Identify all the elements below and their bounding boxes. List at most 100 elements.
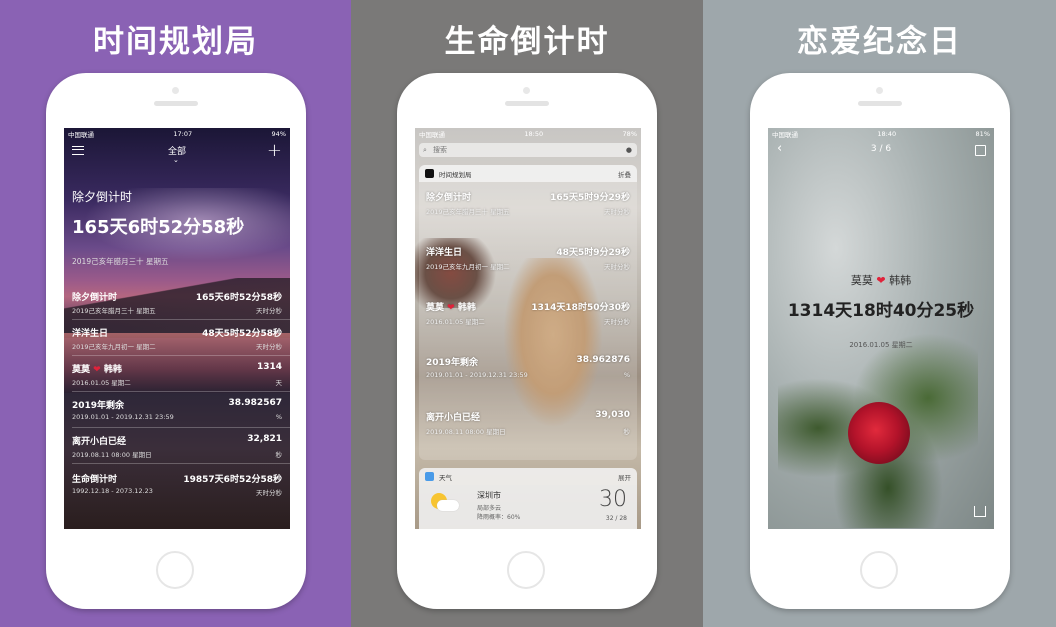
cloud-icon xyxy=(437,500,459,511)
item-sub: 2016.01.05 星期二 xyxy=(426,318,485,326)
list-item[interactable]: 莫莫 ❤ 韩韩 1314天18时50分30秒 2016.01.05 星期二 天时分秒 xyxy=(426,300,630,326)
item-sub: 2016.01.05 星期二 xyxy=(72,379,131,387)
list-item[interactable]: 2019年剩余 38.982567 2019.01.01 - 2019.12.31… xyxy=(72,398,282,421)
item-value: 48天5时52分58秒 xyxy=(202,329,282,339)
clock-label: 18:40 xyxy=(877,130,897,138)
weather-condition: 局部多云 xyxy=(477,505,502,512)
panel-anniversary: 恋爱纪念日 中国联通 18:40 81% ‹ 3 / 6 莫莫 ❤ 韩韩 131 xyxy=(703,0,1056,627)
item-sub: 2019.01.01 - 2019.12.31 23:59 xyxy=(72,413,174,421)
anniversary-value: 1314天18时40分25秒 xyxy=(787,301,975,321)
item-name: 洋洋生日 xyxy=(426,248,463,258)
edit-icon[interactable] xyxy=(975,145,986,156)
item-sub: 2019.08.11 08:00 星期日 xyxy=(72,451,152,459)
phone-screen: 中国联通 17:07 94% 全部 ⌄ + 除夕倒计时 165天6时52分58秒… xyxy=(64,128,290,529)
home-button[interactable] xyxy=(156,551,194,589)
phone-screen: 中国联通 18:50 78% ⌕ 搜索 ● 时间规划局 折叠 除夕倒计时 165天… xyxy=(415,128,641,529)
list-item[interactable]: 离开小白已经 39,030 2019.08.11 08:00 星期日 秒 xyxy=(426,410,630,436)
featured-date: 2019己亥年腊月三十 星期五 xyxy=(72,257,169,266)
couple-names: 莫莫 ❤ 韩韩 xyxy=(768,272,994,288)
divider xyxy=(72,319,290,320)
expand-button[interactable]: 展开 xyxy=(618,472,631,482)
microphone-icon[interactable]: ● xyxy=(626,143,632,157)
item-value: 39,030 xyxy=(595,410,630,420)
widget-header: 天气 展开 xyxy=(419,468,637,485)
weather-body[interactable]: 深圳市 局部多云 降雨概率：60% 30 32 / 28 xyxy=(419,485,637,529)
nav-bar: ‹ 3 / 6 xyxy=(768,141,994,157)
featured-countdown[interactable]: 除夕倒计时 165天6时52分58秒 2019己亥年腊月三十 星期五 xyxy=(72,188,244,267)
divider xyxy=(72,427,290,428)
chevron-down-icon[interactable]: ⌄ xyxy=(173,156,179,164)
widget-body: 除夕倒计时 165天5时9分29秒 2019己亥年腊月三十 星期五 天时分秒 洋洋生… xyxy=(419,182,637,460)
list-item[interactable]: 除夕倒计时 165天5时9分29秒 2019己亥年腊月三十 星期五 天时分秒 xyxy=(426,190,630,216)
item-value: 38.962876 xyxy=(576,355,630,365)
heart-icon: ❤ xyxy=(876,274,886,287)
weather-city: 深圳市 xyxy=(477,491,501,500)
item-unit: 天时分秒 xyxy=(604,318,630,326)
item-sub: 2019.01.01 - 2019.12.31 23:59 xyxy=(426,371,528,379)
item-name: 离开小白已经 xyxy=(426,413,481,423)
list-item[interactable]: 生命倒计时 19857天6时52分58秒 1992.12.18 - 2073.12… xyxy=(72,472,282,497)
home-button[interactable] xyxy=(860,551,898,589)
carrier-label: 中国联通 xyxy=(772,131,798,139)
search-icon: ⌕ xyxy=(423,146,427,154)
share-icon[interactable] xyxy=(974,506,986,517)
item-name: 除夕倒计时 xyxy=(72,293,118,303)
speaker-icon xyxy=(154,101,198,106)
list-item[interactable]: 离开小白已经 32,821 2019.08.11 08:00 星期日 秒 xyxy=(72,434,282,459)
list-item[interactable]: 除夕倒计时 165天6时52分58秒 2019己亥年腊月三十 星期五 天时分秒 xyxy=(72,290,282,315)
item-name-b: 韩韩 xyxy=(103,365,122,375)
phone-frame: 中国联通 18:50 78% ⌕ 搜索 ● 时间规划局 折叠 除夕倒计时 165天… xyxy=(397,73,657,609)
collapse-button[interactable]: 折叠 xyxy=(618,169,631,179)
status-bar: 中国联通 18:50 78% xyxy=(415,128,641,140)
search-input[interactable]: ⌕ 搜索 ● xyxy=(419,143,637,157)
item-value: 165天6时52分58秒 xyxy=(195,293,282,303)
anniversary-date: 2016.01.05 星期二 xyxy=(849,341,913,349)
item-unit: 天时分秒 xyxy=(256,307,282,315)
carrier-label: 中国联通 xyxy=(419,131,445,139)
panel-title: 恋爱纪念日 xyxy=(797,24,962,60)
countdown-widget: 时间规划局 折叠 除夕倒计时 165天5时9分29秒 2019己亥年腊月三十 星期… xyxy=(419,165,637,460)
name-b: 韩韩 xyxy=(889,274,912,287)
divider xyxy=(72,463,290,464)
item-unit: % xyxy=(275,413,282,421)
item-name-a: 莫莫 xyxy=(426,303,445,313)
list-item[interactable]: 洋洋生日 48天5时9分29秒 2019己亥年九月初一 星期二 天时分秒 xyxy=(426,245,630,271)
item-unit: 天时分秒 xyxy=(604,263,630,271)
name-a: 莫莫 xyxy=(850,274,873,287)
weather-widget: 天气 展开 深圳市 局部多云 降雨概率：60% 30 32 / 28 xyxy=(419,468,637,529)
status-bar: 中国联通 17:07 94% xyxy=(64,128,290,140)
item-name: 除夕倒计时 xyxy=(426,193,472,203)
clock-label: 18:50 xyxy=(524,130,544,138)
list-item[interactable]: 莫莫 ❤ 韩韩 1314 2016.01.05 星期二 天 xyxy=(72,362,282,387)
item-unit: 秒 xyxy=(275,451,283,459)
item-sub: 2019己亥年腊月三十 星期五 xyxy=(72,307,156,315)
phone-frame: 中国联通 17:07 94% 全部 ⌄ + 除夕倒计时 165天6时52分58秒… xyxy=(46,73,306,609)
item-name: 2019年剩余 xyxy=(426,358,479,368)
widget-app-name: 天气 xyxy=(439,473,452,482)
home-button[interactable] xyxy=(507,551,545,589)
battery-label: 94% xyxy=(271,130,286,138)
featured-value: 165天6时52分58秒 xyxy=(72,217,245,238)
carrier-label: 中国联通 xyxy=(68,131,94,139)
item-value: 1314天18时50分30秒 xyxy=(531,303,630,313)
item-name: 2019年剩余 xyxy=(72,401,125,411)
list-item[interactable]: 洋洋生日 48天5时52分58秒 2019己亥年九月初一 星期二 天时分秒 xyxy=(72,326,282,351)
app-icon xyxy=(425,169,434,178)
camera-icon xyxy=(523,87,530,94)
phone-frame: 中国联通 18:40 81% ‹ 3 / 6 莫莫 ❤ 韩韩 1314天18时4… xyxy=(750,73,1010,609)
top-bar: 全部 ⌄ + xyxy=(64,140,290,164)
panel-title: 时间规划局 xyxy=(93,24,258,60)
item-value: 1314 xyxy=(256,362,282,372)
status-bar: 中国联通 18:40 81% xyxy=(768,128,994,140)
list-item[interactable]: 2019年剩余 38.962876 2019.01.01 - 2019.12.31… xyxy=(426,355,630,379)
phone-screen: 中国联通 18:40 81% ‹ 3 / 6 莫莫 ❤ 韩韩 1314天18时4… xyxy=(768,128,994,529)
weather-temperature: 30 xyxy=(599,487,627,512)
plus-icon[interactable]: + xyxy=(267,140,282,161)
item-name: 生命倒计时 xyxy=(72,475,118,485)
divider xyxy=(72,391,290,392)
item-value: 38.982567 xyxy=(228,398,282,408)
item-unit: 天时分秒 xyxy=(256,489,282,497)
item-sub: 2019己亥年腊月三十 星期五 xyxy=(426,208,510,216)
weather-rain: 降雨概率：60% xyxy=(477,514,521,521)
item-unit: 天时分秒 xyxy=(604,208,630,216)
